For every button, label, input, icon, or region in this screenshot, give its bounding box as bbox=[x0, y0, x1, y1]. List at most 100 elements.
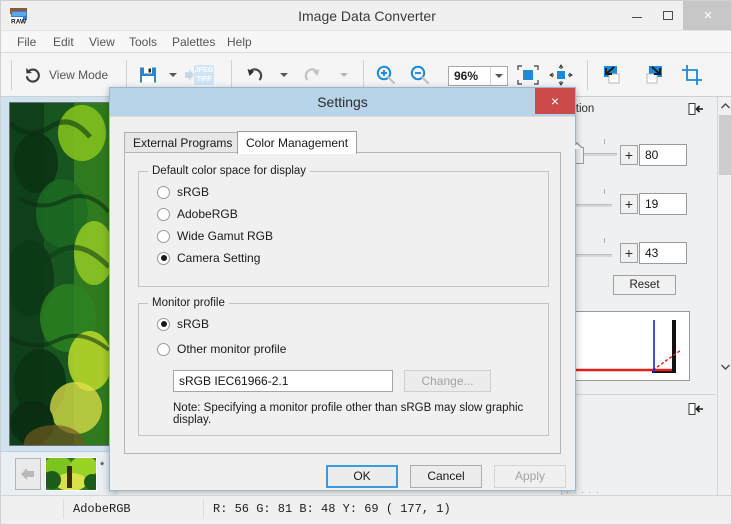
filmstrip-prev-button[interactable] bbox=[15, 458, 41, 490]
increment-button-2[interactable]: + bbox=[620, 194, 638, 214]
menubar: File Edit View Tools Palettes Help bbox=[1, 31, 731, 53]
minimize-icon bbox=[631, 17, 642, 18]
menu-edit[interactable]: Edit bbox=[45, 31, 82, 53]
radio-label-other-monitor-profile: Other monitor profile bbox=[177, 342, 287, 356]
redo-dropdown-button[interactable] bbox=[337, 69, 350, 81]
dialog-body: External Programs Color Management Defau… bbox=[110, 116, 575, 490]
status-color-space: AdobeRGB bbox=[73, 502, 131, 516]
radio-label-wide-gamut-rgb: Wide Gamut RGB bbox=[177, 229, 274, 243]
monitor-profile-group: Monitor profile sRGB Other monitor profi… bbox=[138, 297, 549, 436]
image-preview[interactable] bbox=[9, 102, 110, 446]
chevron-down-icon bbox=[168, 73, 177, 77]
radio-label-camera-setting: Camera Setting bbox=[177, 251, 261, 265]
radio-row-camera-setting[interactable]: Camera Setting bbox=[157, 251, 260, 265]
tab-color-management[interactable]: Color Management bbox=[237, 131, 358, 154]
chevron-down-icon bbox=[279, 73, 288, 77]
zoom-out-magnifier-icon bbox=[410, 65, 430, 85]
left-arrow-icon bbox=[21, 468, 34, 480]
default-color-space-group: Default color space for display sRGB Ado… bbox=[138, 165, 549, 287]
modified-marker: * bbox=[100, 460, 105, 472]
filmstrip-thumbnail[interactable] bbox=[45, 457, 97, 491]
undo-dropdown-button[interactable] bbox=[277, 69, 290, 81]
rotate-right-icon bbox=[646, 66, 662, 84]
scrollbar-thumb[interactable] bbox=[719, 115, 731, 175]
menu-view[interactable]: View bbox=[81, 31, 123, 53]
zoom-in-magnifier-icon bbox=[376, 65, 396, 85]
rotate-left-icon bbox=[604, 66, 620, 84]
increment-button-1[interactable]: + bbox=[620, 145, 638, 165]
chevron-down-icon bbox=[495, 74, 503, 78]
radio-row-adobergb[interactable]: AdobeRGB bbox=[157, 207, 238, 221]
tab-external-programs[interactable]: External Programs bbox=[124, 132, 242, 153]
window-titlebar: RAW Image Data Converter × bbox=[1, 1, 731, 31]
value-field-2[interactable]: 19 bbox=[639, 193, 687, 215]
radio-row-monitor-srgb[interactable]: sRGB bbox=[157, 317, 209, 331]
radio-label-adobergb: AdobeRGB bbox=[177, 207, 238, 221]
reset-button-top[interactable]: Reset bbox=[613, 275, 676, 295]
collapse-panel-icon[interactable] bbox=[688, 103, 704, 115]
apply-button: Apply bbox=[494, 465, 566, 488]
value-field-3[interactable]: 43 bbox=[639, 242, 687, 264]
tone-curve-histogram[interactable] bbox=[575, 311, 690, 381]
increment-button-3[interactable]: + bbox=[620, 243, 638, 263]
radio-row-other-monitor-profile[interactable]: Other monitor profile bbox=[157, 342, 286, 356]
right-arrow-icon bbox=[185, 69, 194, 81]
rotate-right-button[interactable] bbox=[641, 53, 665, 97]
menu-palettes[interactable]: Palettes bbox=[164, 31, 223, 53]
minimize-button[interactable] bbox=[621, 1, 652, 30]
radio-row-srgb[interactable]: sRGB bbox=[157, 185, 209, 199]
rotate-left-button[interactable] bbox=[601, 53, 625, 97]
fit-to-window-icon bbox=[517, 65, 539, 85]
chevron-down-icon[interactable] bbox=[718, 358, 731, 375]
radio-monitor-srgb[interactable] bbox=[157, 317, 170, 331]
slider-tick bbox=[604, 238, 605, 243]
radio-row-wide-gamut-rgb[interactable]: Wide Gamut RGB bbox=[157, 229, 273, 243]
change-profile-button[interactable]: Change... bbox=[404, 370, 491, 392]
menu-help[interactable]: Help bbox=[219, 31, 260, 53]
crop-button[interactable] bbox=[681, 53, 705, 97]
value-field-1[interactable]: 80 bbox=[639, 144, 687, 166]
close-button[interactable]: × bbox=[683, 1, 731, 30]
zoom-level-dropdown[interactable] bbox=[490, 67, 507, 85]
radio-camera-setting[interactable] bbox=[157, 251, 170, 265]
close-icon: × bbox=[703, 7, 713, 24]
ok-button[interactable]: OK bbox=[326, 465, 398, 488]
zoom-level-combobox[interactable]: 96% bbox=[448, 66, 508, 86]
panel-scrollbar[interactable] bbox=[717, 97, 731, 495]
chevron-down-icon bbox=[339, 73, 348, 77]
adjustment-panel: ction + 80 + 19 + 43 Reset · · · · · bbox=[557, 97, 731, 497]
radio-label-monitor-srgb: sRGB bbox=[177, 317, 210, 331]
slider-tick bbox=[604, 139, 605, 144]
dialog-tabstrip: External Programs Color Management bbox=[124, 131, 561, 154]
dialog-close-button[interactable]: × bbox=[535, 88, 575, 114]
status-pixel-readout: R: 56 G: 81 B: 48 Y: 69 ( 177, 1) bbox=[213, 502, 451, 516]
maximize-button[interactable] bbox=[652, 1, 683, 30]
panel-divider bbox=[568, 394, 716, 395]
default-color-space-legend: Default color space for display bbox=[148, 165, 311, 177]
color-management-panel: Default color space for display sRGB Ado… bbox=[124, 152, 561, 454]
image-preview-pane bbox=[1, 97, 118, 451]
floppy-disk-icon bbox=[140, 67, 156, 83]
view-mode-label: View Mode bbox=[49, 68, 109, 82]
jpeg-tiff-icon: JPEG TIFF bbox=[194, 65, 214, 85]
slider-tick bbox=[604, 189, 605, 194]
undo-arrow-icon bbox=[247, 67, 263, 81]
menu-file[interactable]: File bbox=[9, 31, 44, 53]
radio-label-srgb: sRGB bbox=[177, 185, 210, 199]
radio-other-monitor-profile[interactable] bbox=[157, 342, 170, 356]
chevron-up-icon[interactable] bbox=[718, 97, 731, 114]
dialog-titlebar[interactable]: Settings × bbox=[110, 88, 575, 116]
radio-srgb[interactable] bbox=[157, 185, 170, 199]
collapse-panel-icon[interactable] bbox=[688, 403, 704, 415]
cancel-button[interactable]: Cancel bbox=[410, 465, 482, 488]
view-mode-button[interactable]: View Mode bbox=[23, 53, 108, 97]
radio-wide-gamut-rgb[interactable] bbox=[157, 229, 170, 243]
crop-icon bbox=[682, 65, 702, 85]
close-icon: × bbox=[550, 93, 560, 109]
undo-arrow-icon bbox=[25, 68, 40, 83]
save-dropdown-button[interactable] bbox=[166, 69, 179, 81]
menu-tools[interactable]: Tools bbox=[121, 31, 165, 53]
statusbar: AdobeRGB R: 56 G: 81 B: 48 Y: 69 ( 177, … bbox=[1, 495, 731, 524]
radio-adobergb[interactable] bbox=[157, 207, 170, 221]
monitor-profile-input[interactable]: sRGB IEC61966-2.1 bbox=[173, 370, 393, 392]
